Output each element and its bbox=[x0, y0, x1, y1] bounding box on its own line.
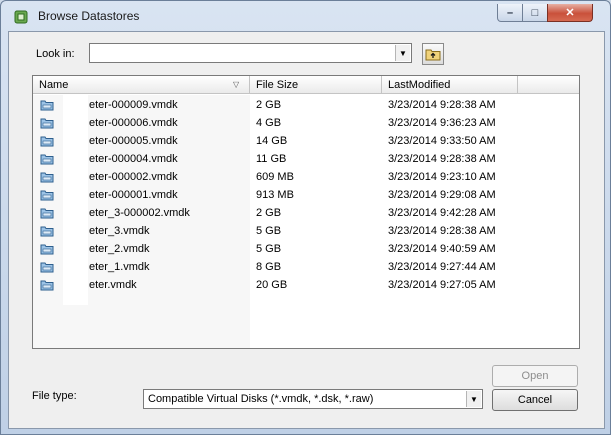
file-row[interactable]: eter_1.vmdk 8 GB 3/23/2014 9:27:44 AM bbox=[33, 258, 579, 276]
look-in-label: Look in: bbox=[36, 48, 75, 60]
file-row[interactable]: eter_3.vmdk 5 GB 3/23/2014 9:28:38 AM bbox=[33, 222, 579, 240]
dialog-body: Look in: ▼ Name ▽ File Size LastModified… bbox=[8, 31, 605, 429]
file-name: eter_3-000002.vmdk bbox=[89, 207, 190, 219]
virtual-disk-icon bbox=[40, 261, 54, 273]
column-header-last-modified[interactable]: LastModified bbox=[382, 76, 518, 94]
file-last-modified: 3/23/2014 9:28:38 AM bbox=[388, 225, 496, 237]
title-bar[interactable]: Browse Datastores – □ ✕ bbox=[1, 1, 610, 31]
file-last-modified: 3/23/2014 9:33:50 AM bbox=[388, 135, 496, 147]
file-last-modified: 3/23/2014 9:23:10 AM bbox=[388, 171, 496, 183]
file-type-dropdown[interactable]: Compatible Virtual Disks (*.vmdk, *.dsk,… bbox=[143, 389, 483, 409]
file-last-modified: 3/23/2014 9:40:59 AM bbox=[388, 243, 496, 255]
minimize-icon: – bbox=[506, 6, 514, 19]
file-row[interactable]: eter_2.vmdk 5 GB 3/23/2014 9:40:59 AM bbox=[33, 240, 579, 258]
virtual-disk-icon bbox=[40, 99, 54, 111]
virtual-disk-icon bbox=[40, 153, 54, 165]
file-size: 4 GB bbox=[256, 117, 282, 129]
file-last-modified: 3/23/2014 9:28:38 AM bbox=[388, 99, 496, 111]
cancel-button[interactable]: Cancel bbox=[492, 389, 578, 411]
file-row[interactable]: eter-000009.vmdk 2 GB 3/23/2014 9:28:38 AM bbox=[33, 96, 579, 114]
file-last-modified: 3/23/2014 9:27:05 AM bbox=[388, 279, 496, 291]
file-last-modified: 3/23/2014 9:42:28 AM bbox=[388, 207, 496, 219]
file-row[interactable]: eter-000006.vmdk 4 GB 3/23/2014 9:36:23 AM bbox=[33, 114, 579, 132]
open-button[interactable]: Open bbox=[492, 365, 578, 387]
column-header-name[interactable]: Name ▽ bbox=[33, 76, 250, 94]
close-button[interactable]: ✕ bbox=[547, 4, 593, 22]
window-title: Browse Datastores bbox=[38, 9, 140, 23]
minimize-button[interactable]: – bbox=[497, 4, 523, 22]
column-header-file-size-label: File Size bbox=[256, 79, 299, 91]
chevron-down-icon[interactable]: ▼ bbox=[395, 45, 410, 61]
column-header-name-label: Name bbox=[39, 79, 69, 91]
file-row[interactable]: eter-000002.vmdk 609 MB 3/23/2014 9:23:10 … bbox=[33, 168, 579, 186]
look-in-value bbox=[96, 46, 136, 58]
file-name: eter_3.vmdk bbox=[89, 225, 150, 237]
file-list-header: Name ▽ File Size LastModified bbox=[33, 76, 579, 94]
file-name: eter.vmdk bbox=[89, 279, 137, 291]
file-last-modified: 3/23/2014 9:27:44 AM bbox=[388, 261, 496, 273]
file-last-modified: 3/23/2014 9:28:38 AM bbox=[388, 153, 496, 165]
file-list[interactable]: Name ▽ File Size LastModified eter-00000… bbox=[32, 75, 580, 349]
sort-chevron-down-icon: ▽ bbox=[233, 80, 240, 89]
file-size: 2 GB bbox=[256, 99, 282, 111]
file-size: 8 GB bbox=[256, 261, 282, 273]
file-size: 609 MB bbox=[256, 171, 294, 183]
file-name: eter-000006.vmdk bbox=[89, 117, 178, 129]
file-size: 5 GB bbox=[256, 225, 282, 237]
file-row[interactable]: eter-000001.vmdk 913 MB 3/23/2014 9:29:08 … bbox=[33, 186, 579, 204]
virtual-disk-icon bbox=[40, 171, 54, 183]
close-icon: ✕ bbox=[565, 7, 575, 19]
look-in-dropdown[interactable]: ▼ bbox=[89, 43, 412, 63]
virtual-disk-icon bbox=[40, 225, 54, 237]
virtual-disk-icon bbox=[40, 207, 54, 219]
file-size: 913 MB bbox=[256, 189, 294, 201]
file-type-label: File type: bbox=[32, 390, 77, 402]
file-row[interactable]: eter-000004.vmdk 11 GB 3/23/2014 9:28:38 A… bbox=[33, 150, 579, 168]
virtual-disk-icon bbox=[40, 135, 54, 147]
virtual-disk-icon bbox=[40, 279, 54, 291]
maximize-icon: □ bbox=[531, 6, 539, 19]
chevron-down-icon[interactable]: ▼ bbox=[466, 391, 481, 407]
file-row[interactable]: eter.vmdk 20 GB 3/23/2014 9:27:05 AM bbox=[33, 276, 579, 294]
file-size: 5 GB bbox=[256, 243, 282, 255]
virtual-disk-icon bbox=[40, 117, 54, 129]
open-button-label: Open bbox=[521, 370, 549, 382]
file-name: eter_1.vmdk bbox=[89, 261, 150, 273]
file-name: eter-000004.vmdk bbox=[89, 153, 178, 165]
file-name: eter_2.vmdk bbox=[89, 243, 150, 255]
file-size: 20 GB bbox=[256, 279, 288, 291]
file-row[interactable]: eter-000005.vmdk 14 GB 3/23/2014 9:33:50 A… bbox=[33, 132, 579, 150]
browse-datastores-dialog: Browse Datastores – □ ✕ Look in: ▼ Name … bbox=[0, 0, 611, 435]
cancel-button-label: Cancel bbox=[517, 394, 553, 406]
file-type-value: Compatible Virtual Disks (*.vmdk, *.dsk,… bbox=[148, 393, 374, 405]
file-name: eter-000001.vmdk bbox=[89, 189, 178, 201]
virtual-disk-icon bbox=[40, 243, 54, 255]
file-last-modified: 3/23/2014 9:29:08 AM bbox=[388, 189, 496, 201]
file-size: 2 GB bbox=[256, 207, 282, 219]
virtual-disk-icon bbox=[40, 189, 54, 201]
file-last-modified: 3/23/2014 9:36:23 AM bbox=[388, 117, 496, 129]
file-size: 11 GB bbox=[256, 153, 287, 165]
file-name: eter-000002.vmdk bbox=[89, 171, 178, 183]
file-size: 14 GB bbox=[256, 135, 288, 147]
maximize-button[interactable]: □ bbox=[522, 4, 548, 22]
file-name: eter-000009.vmdk bbox=[89, 99, 178, 111]
column-header-last-modified-label: LastModified bbox=[388, 79, 451, 91]
datastore-app-icon bbox=[14, 10, 28, 24]
up-folder-icon bbox=[425, 49, 441, 61]
file-name: eter-000005.vmdk bbox=[89, 135, 178, 147]
file-row[interactable]: eter_3-000002.vmdk 2 GB 3/23/2014 9:42:28 … bbox=[33, 204, 579, 222]
redacted-name-prefix bbox=[63, 95, 88, 305]
column-header-file-size[interactable]: File Size bbox=[250, 76, 382, 94]
up-one-level-button[interactable] bbox=[422, 43, 444, 65]
